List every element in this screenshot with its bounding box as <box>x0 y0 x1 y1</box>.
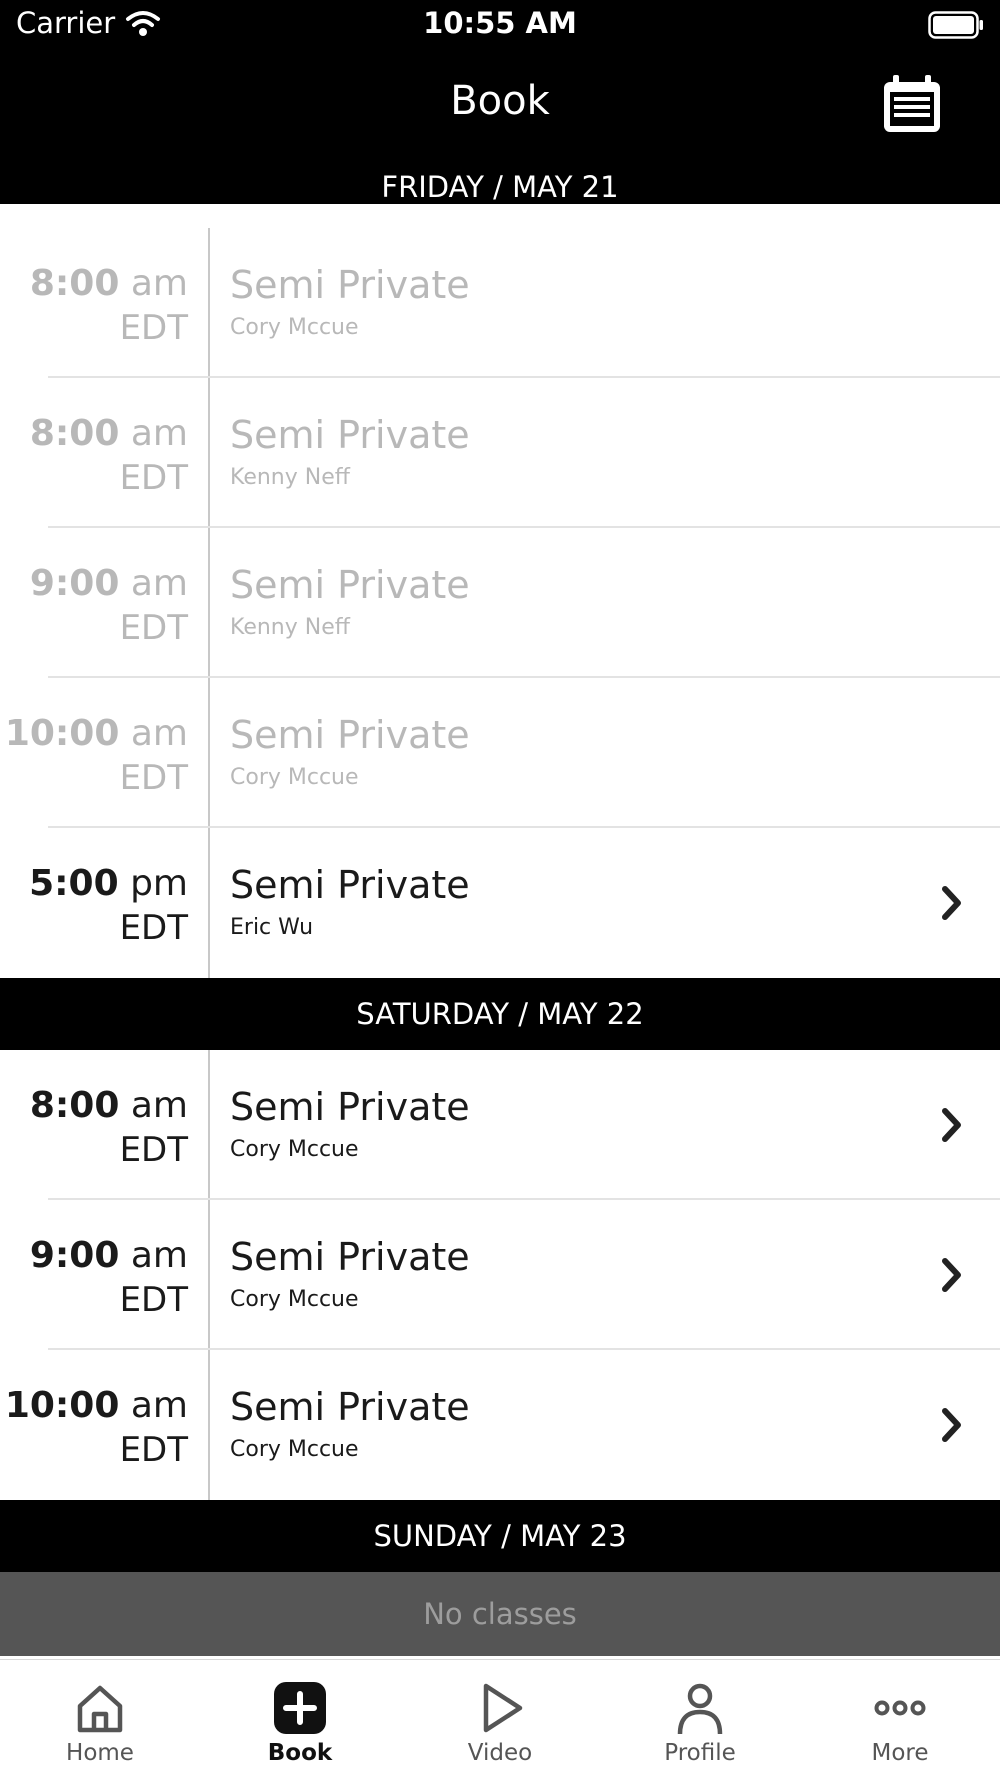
class-row[interactable]: 10:00 am EDT Semi Private Cory Mccue <box>0 1350 1000 1500</box>
tab-label: Profile <box>664 1740 736 1766</box>
class-timezone: EDT <box>119 908 188 948</box>
class-meridiem: am <box>130 1235 188 1276</box>
time-cell: 8:00 am EDT <box>0 378 210 528</box>
time-cell: 8:00 am EDT <box>0 1050 210 1200</box>
class-schedule: 8:00 am EDT Semi Private Cory Mccue 8:00… <box>0 228 1000 1656</box>
class-meridiem: am <box>130 1385 188 1426</box>
day-header-saturday: SATURDAY / MAY 22 <box>0 978 1000 1050</box>
instructor-name: Cory Mccue <box>230 1137 359 1162</box>
tab-video[interactable]: Video <box>400 1660 600 1778</box>
tab-book[interactable]: Book <box>200 1660 400 1778</box>
class-timezone: EDT <box>119 758 188 798</box>
instructor-name: Cory Mccue <box>230 1287 359 1312</box>
navigation-bar: Book FRIDAY / MAY 21 <box>0 52 1000 204</box>
class-info: Semi Private Kenny Neff <box>210 378 1000 528</box>
plus-icon <box>274 1682 326 1734</box>
class-row[interactable]: 9:00 am EDT Semi Private Cory Mccue <box>0 1200 1000 1350</box>
class-timezone: EDT <box>119 1130 188 1170</box>
class-info: Semi Private Cory Mccue <box>210 1350 1000 1500</box>
class-time: 9:00 <box>29 563 120 604</box>
class-row: 9:00 am EDT Semi Private Kenny Neff <box>0 528 1000 678</box>
class-row: 10:00 am EDT Semi Private Cory Mccue <box>0 678 1000 828</box>
class-row[interactable]: 5:00 pm EDT Semi Private Eric Wu <box>0 828 1000 978</box>
class-info: Semi Private Cory Mccue <box>210 1200 1000 1350</box>
time-cell: 10:00 am EDT <box>0 678 210 828</box>
class-meridiem: am <box>130 1085 188 1126</box>
instructor-name: Cory Mccue <box>230 315 359 340</box>
instructor-name: Kenny Neff <box>230 615 350 640</box>
class-name: Semi Private <box>230 1085 470 1129</box>
class-time: 5:00 <box>29 863 119 904</box>
class-name: Semi Private <box>230 713 470 757</box>
tab-label: Video <box>467 1740 533 1766</box>
class-timezone: EDT <box>119 308 188 348</box>
home-icon <box>77 1685 123 1733</box>
tab-home[interactable]: Home <box>0 1660 200 1778</box>
class-name: Semi Private <box>230 1235 470 1279</box>
status-bar: Carrier 10:55 AM <box>0 0 1000 52</box>
class-name: Semi Private <box>230 863 470 907</box>
class-timezone: EDT <box>119 458 188 498</box>
class-name: Semi Private <box>230 413 470 457</box>
no-classes-message: No classes <box>0 1572 1000 1656</box>
tab-label: More <box>871 1740 929 1766</box>
chevron-right-icon[interactable] <box>940 1406 964 1444</box>
class-meridiem: pm <box>130 863 188 904</box>
day-header-friday: FRIDAY / MAY 21 <box>381 170 619 204</box>
class-time: 9:00 <box>29 1235 120 1276</box>
class-time: 8:00 <box>29 413 120 454</box>
class-timezone: EDT <box>119 608 188 648</box>
class-name: Semi Private <box>230 263 470 307</box>
tab-bar: Home Book Video Profile More <box>0 1659 1000 1778</box>
tab-label: Book <box>267 1740 333 1766</box>
time-cell: 10:00 am EDT <box>0 1350 210 1500</box>
person-icon <box>677 1683 723 1735</box>
calendar-icon[interactable] <box>880 72 944 136</box>
time-cell: 9:00 am EDT <box>0 528 210 678</box>
class-row[interactable]: 8:00 am EDT Semi Private Cory Mccue <box>0 1050 1000 1200</box>
class-meridiem: am <box>130 413 188 454</box>
chevron-right-icon[interactable] <box>940 1256 964 1294</box>
instructor-name: Kenny Neff <box>230 465 350 490</box>
page-title: Book <box>450 78 550 124</box>
instructor-name: Cory Mccue <box>230 1437 359 1462</box>
class-info: Semi Private Cory Mccue <box>210 678 1000 828</box>
tab-profile[interactable]: Profile <box>600 1660 800 1778</box>
class-info: Semi Private Cory Mccue <box>210 1050 1000 1200</box>
battery-icon <box>928 11 983 39</box>
play-icon <box>483 1683 523 1733</box>
class-meridiem: am <box>130 713 188 754</box>
instructor-name: Cory Mccue <box>230 765 359 790</box>
class-time: 8:00 <box>29 263 120 304</box>
time-cell: 9:00 am EDT <box>0 1200 210 1350</box>
class-row: 8:00 am EDT Semi Private Cory Mccue <box>0 228 1000 378</box>
status-time: 10:55 AM <box>423 6 577 40</box>
day-header-sunday: SUNDAY / MAY 23 <box>0 1500 1000 1572</box>
class-name: Semi Private <box>230 563 470 607</box>
class-meridiem: am <box>130 563 188 604</box>
class-info: Semi Private Kenny Neff <box>210 528 1000 678</box>
instructor-name: Eric Wu <box>230 915 314 940</box>
class-timezone: EDT <box>119 1280 188 1320</box>
more-icon <box>874 1700 926 1716</box>
class-timezone: EDT <box>119 1430 188 1470</box>
class-time: 8:00 <box>29 1085 120 1126</box>
tab-more[interactable]: More <box>800 1660 1000 1778</box>
class-time: 10:00 <box>4 713 120 754</box>
class-name: Semi Private <box>230 1385 470 1429</box>
chevron-right-icon[interactable] <box>940 1106 964 1144</box>
class-info: Semi Private Cory Mccue <box>210 228 1000 378</box>
class-info: Semi Private Eric Wu <box>210 828 1000 978</box>
chevron-right-icon[interactable] <box>940 884 964 922</box>
time-cell: 5:00 pm EDT <box>0 828 210 978</box>
class-time: 10:00 <box>4 1385 120 1426</box>
time-cell: 8:00 am EDT <box>0 228 210 378</box>
class-meridiem: am <box>130 263 188 304</box>
class-row: 8:00 am EDT Semi Private Kenny Neff <box>0 378 1000 528</box>
tab-label: Home <box>66 1740 134 1766</box>
